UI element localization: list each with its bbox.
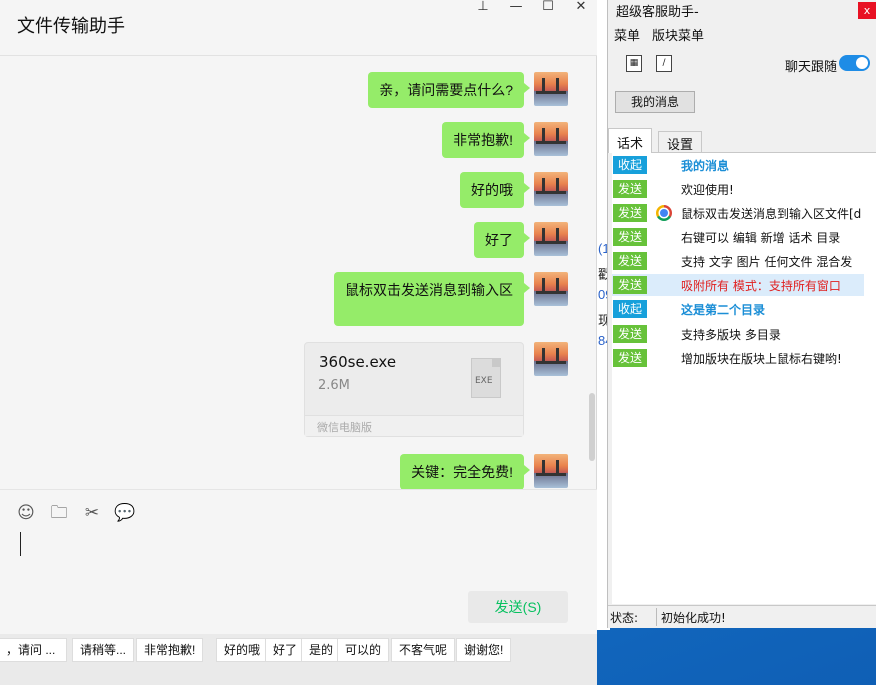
send-badge[interactable]: 发送 (613, 276, 647, 294)
quick-phrase[interactable]: 请稍等... (72, 638, 135, 662)
message-row: 好了 (474, 222, 568, 258)
message-row: 亲，请问需要点什么? (368, 72, 568, 108)
helper-panel: 超级客服助手- x 菜单 版块菜单 ▦ ∕ 聊天跟随 我的消息 话术 设置 收起… (607, 0, 876, 628)
avatar[interactable] (534, 122, 568, 156)
avatar[interactable] (534, 342, 568, 376)
quick-phrase-bar: ，请问 ... 请稍等... 非常抱歉! 好的哦 好了 是的 可以的 不客气呢 … (0, 634, 597, 685)
helper-close-button[interactable]: x (858, 2, 876, 19)
menu-block[interactable]: 版块菜单 (652, 25, 704, 44)
my-messages-button[interactable]: 我的消息 (615, 91, 695, 113)
send-badge[interactable]: 发送 (613, 204, 647, 222)
quick-phrase[interactable]: 可以的 (337, 638, 390, 662)
chat-follow-toggle[interactable] (839, 55, 870, 71)
list-item[interactable]: 收起 这是第二个目录 (612, 298, 864, 320)
list-item[interactable]: 发送 支持多版块 多目录 (612, 323, 864, 345)
file-message[interactable]: 360se.exe 2.6M EXE 微信电脑版 (304, 342, 524, 437)
helper-title: 超级客服助手- (616, 5, 699, 20)
message-list[interactable]: 亲，请问需要点什么? 非常抱歉! 好的哦 好了 鼠标双击发送消息到输入区 360… (0, 57, 597, 489)
quick-phrase[interactable]: 好了 (265, 638, 306, 662)
send-badge[interactable]: 发送 (613, 228, 647, 246)
script-text: 欢迎使用! (681, 183, 734, 197)
quick-phrase[interactable]: 好的哦 (216, 638, 269, 662)
chat-header: 文件传输助手 ⊥ — ☐ ✕ (0, 0, 597, 56)
chat-bubble-icon[interactable]: 💬 (114, 503, 135, 523)
script-text: 右键可以 编辑 新增 话术 目录 (681, 231, 841, 245)
pin-icon[interactable]: ⊥ (472, 0, 494, 16)
script-text: 支持多版块 多目录 (681, 328, 781, 342)
list-item[interactable]: 发送 右键可以 编辑 新增 话术 目录 (612, 226, 864, 248)
script-text: 吸附所有 模式：支持所有窗口 (681, 279, 841, 293)
avatar[interactable] (534, 222, 568, 256)
folder-icon[interactable]: 🗀 (49, 503, 69, 523)
maximize-button[interactable]: ☐ (537, 0, 559, 16)
list-item[interactable]: 发送 支持 文字 图片 任何文件 混合发 (612, 250, 864, 272)
avatar[interactable] (534, 454, 568, 488)
quick-phrase[interactable]: 不客气呢 (391, 638, 456, 662)
list-item[interactable]: 发送 鼠标双击发送消息到输入区文件[d (612, 202, 864, 224)
status-value: 初始化成功! (661, 611, 726, 625)
edit-icon[interactable]: ∕ (656, 55, 672, 72)
folder-title: 这是第二个目录 (681, 303, 766, 317)
message-row: 非常抱歉! (442, 122, 568, 158)
message-row (534, 342, 568, 376)
avatar[interactable] (534, 72, 568, 106)
script-list: 收起 我的消息 发送 欢迎使用! 发送 鼠标双击发送消息到输入区文件[d 发送 … (612, 152, 876, 604)
status-divider (656, 608, 657, 626)
input-area[interactable]: ☺ 🗀 ✂ 💬 发送(S) (0, 489, 597, 634)
script-text: 支持 文字 图片 任何文件 混合发 (681, 255, 853, 269)
message-row: 鼠标双击发送消息到输入区 (334, 272, 568, 326)
status-label: 状态: (610, 611, 639, 625)
list-item[interactable]: 发送 增加版块在版块上鼠标右键哟! (612, 347, 864, 369)
scrollbar[interactable] (589, 393, 595, 461)
folder-title: 我的消息 (681, 159, 730, 173)
quick-phrase[interactable]: 非常抱歉! (136, 638, 204, 662)
list-item[interactable]: 发送 吸附所有 模式：支持所有窗口 (612, 274, 864, 296)
collapse-badge[interactable]: 收起 (613, 300, 647, 318)
list-item[interactable]: 发送 欢迎使用! (612, 178, 864, 200)
avatar[interactable] (534, 272, 568, 306)
collapse-badge[interactable]: 收起 (613, 156, 647, 174)
list-item[interactable]: 收起 我的消息 (612, 154, 864, 176)
scissors-icon[interactable]: ✂ (82, 503, 102, 523)
message-row: 好的哦 (460, 172, 568, 208)
message-bubble[interactable]: 亲，请问需要点什么? (368, 72, 530, 108)
quick-phrase[interactable]: ，请问 ... (0, 638, 67, 662)
chat-follow-label: 聊天跟随 (785, 60, 838, 75)
file-source: 微信电脑版 (305, 415, 523, 436)
avatar[interactable] (534, 172, 568, 206)
quick-phrase[interactable]: 是的 (301, 638, 342, 662)
quick-phrase[interactable]: 谢谢您! (456, 638, 512, 662)
tab-scripts[interactable]: 话术 (608, 128, 653, 153)
file-type: EXE (475, 376, 493, 386)
message-bubble[interactable]: 好的哦 (460, 172, 530, 208)
chrome-icon (656, 205, 672, 221)
text-caret (20, 532, 21, 556)
file-size: 2.6M (318, 378, 350, 393)
tab-settings[interactable]: 设置 (658, 131, 703, 153)
exe-file-icon: EXE (471, 358, 501, 398)
message-bubble[interactable]: 鼠标双击发送消息到输入区 (334, 272, 530, 326)
close-button[interactable]: ✕ (570, 0, 592, 16)
message-bubble[interactable]: 好了 (474, 222, 530, 258)
chat-title: 文件传输助手 (17, 16, 125, 37)
chat-window: 文件传输助手 ⊥ — ☐ ✕ 亲，请问需要点什么? 非常抱歉! 好的哦 好了 鼠… (0, 0, 597, 634)
send-badge[interactable]: 发送 (613, 180, 647, 198)
script-text: 增加版块在版块上鼠标右键哟! (681, 352, 842, 366)
message-bubble[interactable]: 非常抱歉! (442, 122, 530, 158)
send-badge[interactable]: 发送 (613, 349, 647, 367)
send-badge[interactable]: 发送 (613, 325, 647, 343)
calculator-icon[interactable]: ▦ (626, 55, 642, 72)
message-row: 关键：完全免费! (400, 454, 568, 489)
status-bar: 状态: 初始化成功! (608, 605, 876, 628)
minimize-button[interactable]: — (505, 0, 527, 16)
menu-main[interactable]: 菜单 (614, 25, 640, 44)
emoji-icon[interactable]: ☺ (16, 503, 36, 523)
file-name: 360se.exe (319, 353, 397, 371)
send-button[interactable]: 发送(S) (468, 591, 568, 623)
message-bubble[interactable]: 关键：完全免费! (400, 454, 530, 489)
send-badge[interactable]: 发送 (613, 252, 647, 270)
script-text: 鼠标双击发送消息到输入区文件[d (681, 207, 861, 221)
